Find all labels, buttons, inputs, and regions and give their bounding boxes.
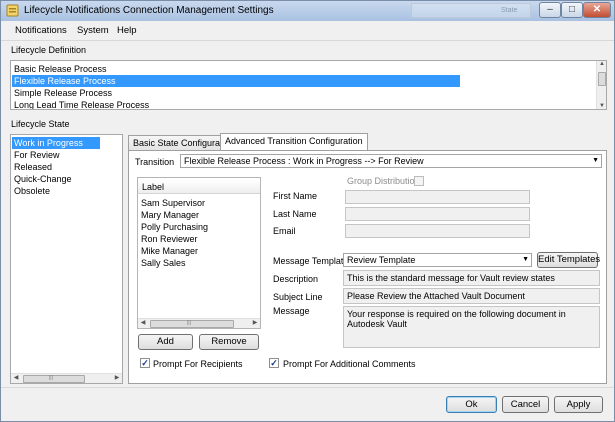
scroll-left-icon[interactable]: ◀ [138,319,148,326]
first-name-field[interactable] [345,190,530,204]
recipient-item[interactable]: Polly Purchasing [139,221,257,233]
scroll-grip-icon: ||| [187,320,191,326]
lifecycle-state-label: Lifecycle State [11,119,70,129]
chevron-down-icon: ▼ [592,157,599,164]
ok-button[interactable]: Ok [446,396,497,413]
menu-help[interactable]: Help [117,25,137,36]
recipient-item[interactable]: Ron Reviewer [139,233,257,245]
lifecycle-state-item[interactable]: Obsolete [12,185,112,197]
maximize-button[interactable]: □ [561,2,583,18]
app-icon [6,4,19,17]
email-label: Email [273,226,296,236]
scroll-thumb[interactable] [150,320,234,328]
prompt-for-recipients-label: Prompt For Recipients [153,359,243,369]
group-distribution-label: Group Distribution [347,176,420,186]
title-bar[interactable]: Lifecycle Notifications Connection Manag… [1,1,614,21]
tab-advanced-transition-configuration[interactable]: Advanced Transition Configuration [220,133,368,150]
prompt-for-comments-label: Prompt For Additional Comments [283,359,416,369]
scroll-right-icon[interactable]: ▶ [250,319,260,326]
recipients-list[interactable]: Label Sam Supervisor Mary Manager Polly … [137,177,261,329]
lifecycle-state-item[interactable]: Quick-Change [12,173,112,185]
chevron-down-icon: ▼ [522,256,529,263]
cancel-button[interactable]: Cancel [502,396,549,413]
settings-window: Lifecycle Notifications Connection Manag… [0,0,615,422]
apply-button[interactable]: Apply [554,396,603,413]
scroll-thumb[interactable] [23,375,85,383]
advanced-transition-panel: Transition Flexible Release Process : Wo… [128,150,607,384]
lifecycle-state-item[interactable]: For Review [12,149,112,161]
dialog-footer: Ok Cancel Apply [1,387,614,421]
menu-notifications[interactable]: Notifications [15,25,67,36]
email-field[interactable] [345,224,530,238]
lifecycle-state-item[interactable]: Released [12,161,112,173]
first-name-label: First Name [273,191,318,201]
lifecycle-definition-list[interactable]: Basic Release Process Flexible Release P… [10,60,607,110]
message-field[interactable]: Your response is required on the followi… [343,306,600,348]
prompt-for-comments-checkbox[interactable]: ✓ [269,358,279,368]
group-distribution-checkbox[interactable] [414,176,424,186]
minimize-icon: – [547,4,553,15]
scroll-right-icon[interactable]: ▶ [112,374,122,381]
lifecycle-state-hscrollbar[interactable]: ◀ ||| ▶ [11,373,122,383]
prompt-for-recipients-checkbox[interactable]: ✓ [140,358,150,368]
transition-dropdown[interactable]: Flexible Release Process : Work in Progr… [180,154,602,168]
recipient-item[interactable]: Sally Sales [139,257,257,269]
minimize-button[interactable]: – [539,2,561,18]
lifecycle-definition-item[interactable]: Basic Release Process [12,63,462,75]
scroll-left-icon[interactable]: ◀ [11,374,21,381]
menu-bar: Notifications System Help [1,21,614,41]
scroll-up-icon[interactable]: ▲ [597,61,606,67]
message-label: Message [273,306,310,316]
close-button[interactable]: ✕ [583,2,611,18]
add-recipient-button[interactable]: Add [138,334,193,350]
edit-templates-button[interactable]: Edit Templates [537,252,600,268]
transition-label: Transition [135,157,175,167]
description-label: Description [273,274,319,284]
scroll-down-icon[interactable]: ▼ [597,103,606,109]
transition-value: Flexible Release Process : Work in Progr… [184,156,424,166]
maximize-icon: □ [568,4,576,15]
lifecycle-definition-scrollbar[interactable]: ▲ ▼ [596,61,606,109]
last-name-label: Last Name [273,209,317,219]
lifecycle-definition-label: Lifecycle Definition [11,45,87,55]
lifecycle-definition-item-selected[interactable]: Flexible Release Process [12,75,460,87]
message-template-label: Message Template [273,256,349,266]
lifecycle-state-list[interactable]: Work in Progress For Review Released Qui… [10,134,123,384]
subject-line-field[interactable]: Please Review the Attached Vault Documen… [343,288,600,304]
lifecycle-definition-item[interactable]: Simple Release Process [12,87,462,99]
message-template-dropdown[interactable]: Review Template ▼ [343,253,532,267]
recipient-item[interactable]: Mary Manager [139,209,257,221]
description-field[interactable]: This is the standard message for Vault r… [343,270,600,286]
scroll-thumb[interactable] [598,72,606,86]
window-title: Lifecycle Notifications Connection Manag… [24,5,274,16]
recipient-item[interactable]: Mike Manager [139,245,257,257]
last-name-field[interactable] [345,207,530,221]
recipients-column-header[interactable]: Label [138,180,260,194]
subject-line-label: Subject Line [273,292,323,302]
remove-recipient-button[interactable]: Remove [199,334,259,350]
recipient-item[interactable]: Sam Supervisor [139,197,257,209]
lifecycle-state-item-selected[interactable]: Work in Progress [12,137,100,149]
message-template-value: Review Template [347,255,416,265]
recipients-hscrollbar[interactable]: ◀ ||| ▶ [138,318,260,328]
background-window-label: State [501,7,518,14]
lifecycle-definition-item[interactable]: Long Lead Time Release Process [12,99,462,109]
menu-system[interactable]: System [77,25,109,36]
close-icon: ✕ [592,4,602,15]
scroll-grip-icon: ||| [49,375,53,381]
